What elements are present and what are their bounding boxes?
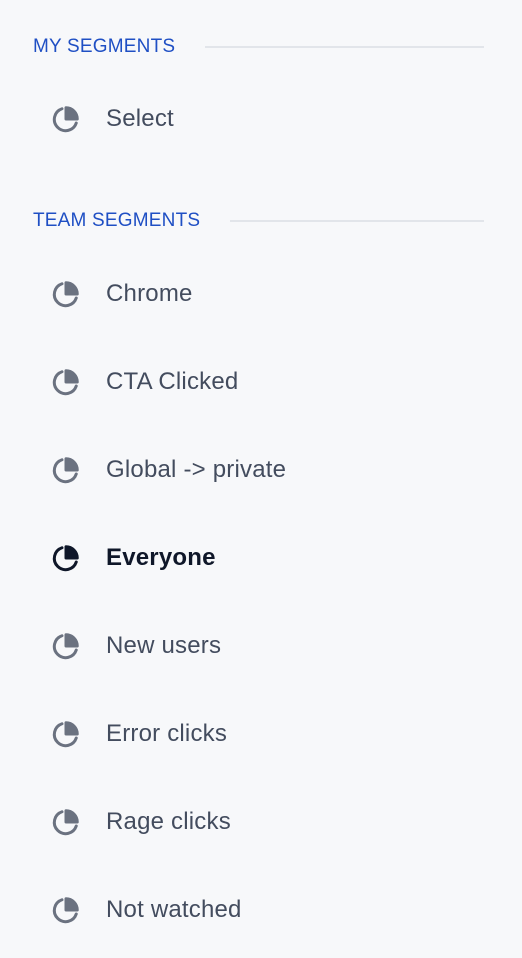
segment-label: Everyone <box>106 544 216 571</box>
team-segments-header: TEAM SEGMENTS <box>33 209 484 233</box>
segment-label: Select <box>106 105 174 132</box>
pie-chart-icon <box>51 631 81 661</box>
section-divider <box>205 46 484 48</box>
pie-chart-icon <box>51 279 81 309</box>
segment-label: Rage clicks <box>106 808 231 835</box>
team-segments-title: TEAM SEGMENTS <box>33 210 201 231</box>
pie-chart-icon <box>51 807 81 837</box>
segment-item-new-users[interactable]: New users <box>33 602 484 690</box>
pie-chart-icon <box>51 104 81 134</box>
section-divider <box>230 220 484 222</box>
segment-item-global-private[interactable]: Global -> private <box>33 426 484 514</box>
pie-chart-icon <box>51 895 81 925</box>
segment-label: Global -> private <box>106 456 287 483</box>
my-segments-header: MY SEGMENTS <box>33 35 484 59</box>
segment-item-select[interactable]: Select <box>33 75 484 163</box>
segment-label: Chrome <box>106 280 193 307</box>
pie-chart-icon <box>51 543 81 573</box>
segment-item-everyone[interactable]: Everyone <box>33 514 484 602</box>
my-segments-title: MY SEGMENTS <box>33 36 176 57</box>
segment-item-rage-clicks[interactable]: Rage clicks <box>33 778 484 866</box>
segment-item-not-watched[interactable]: Not watched <box>33 866 484 954</box>
segment-label: Not watched <box>106 896 242 923</box>
segment-label: CTA Clicked <box>106 368 239 395</box>
pie-chart-icon <box>51 367 81 397</box>
segment-label: Error clicks <box>106 720 228 747</box>
team-segments-list: Chrome CTA Clicked Global -> private Eve… <box>33 250 484 954</box>
segments-panel: MY SEGMENTS Select TEAM SEGMENTS Chrome … <box>0 35 522 958</box>
segment-label: New users <box>106 632 222 659</box>
pie-chart-icon <box>51 455 81 485</box>
my-segments-list: Select <box>33 75 484 163</box>
pie-chart-icon <box>51 719 81 749</box>
segment-item-error-clicks[interactable]: Error clicks <box>33 690 484 778</box>
segment-item-chrome[interactable]: Chrome <box>33 250 484 338</box>
segment-item-cta-clicked[interactable]: CTA Clicked <box>33 338 484 426</box>
